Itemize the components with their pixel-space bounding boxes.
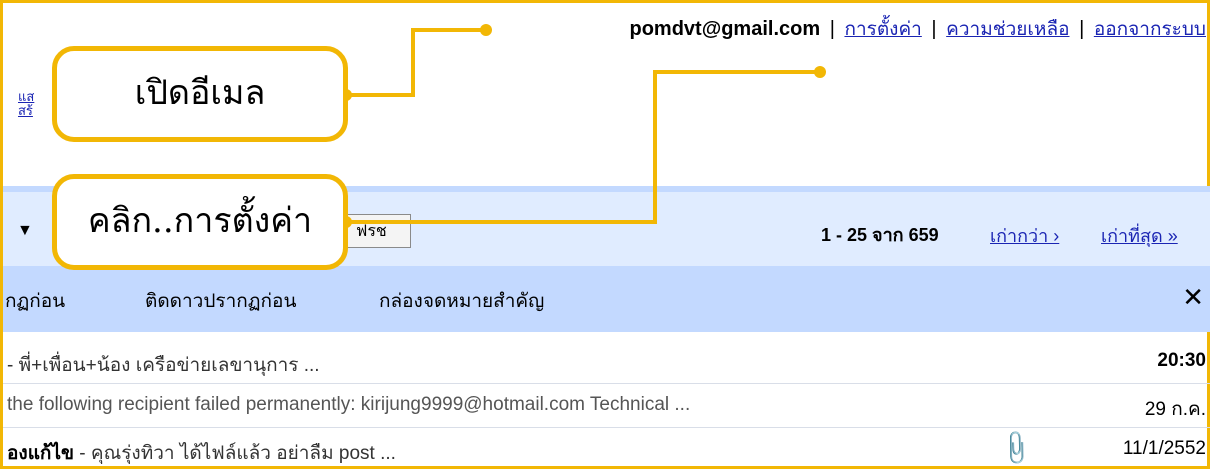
callout-click-settings: คลิก..การตั้งค่า: [52, 174, 348, 270]
connector-dot: [814, 66, 826, 78]
connector-dot: [480, 24, 492, 36]
connector-line: [346, 28, 486, 97]
connector-line: [346, 70, 820, 224]
callout-open-email: เปิดอีเมล: [52, 46, 348, 142]
